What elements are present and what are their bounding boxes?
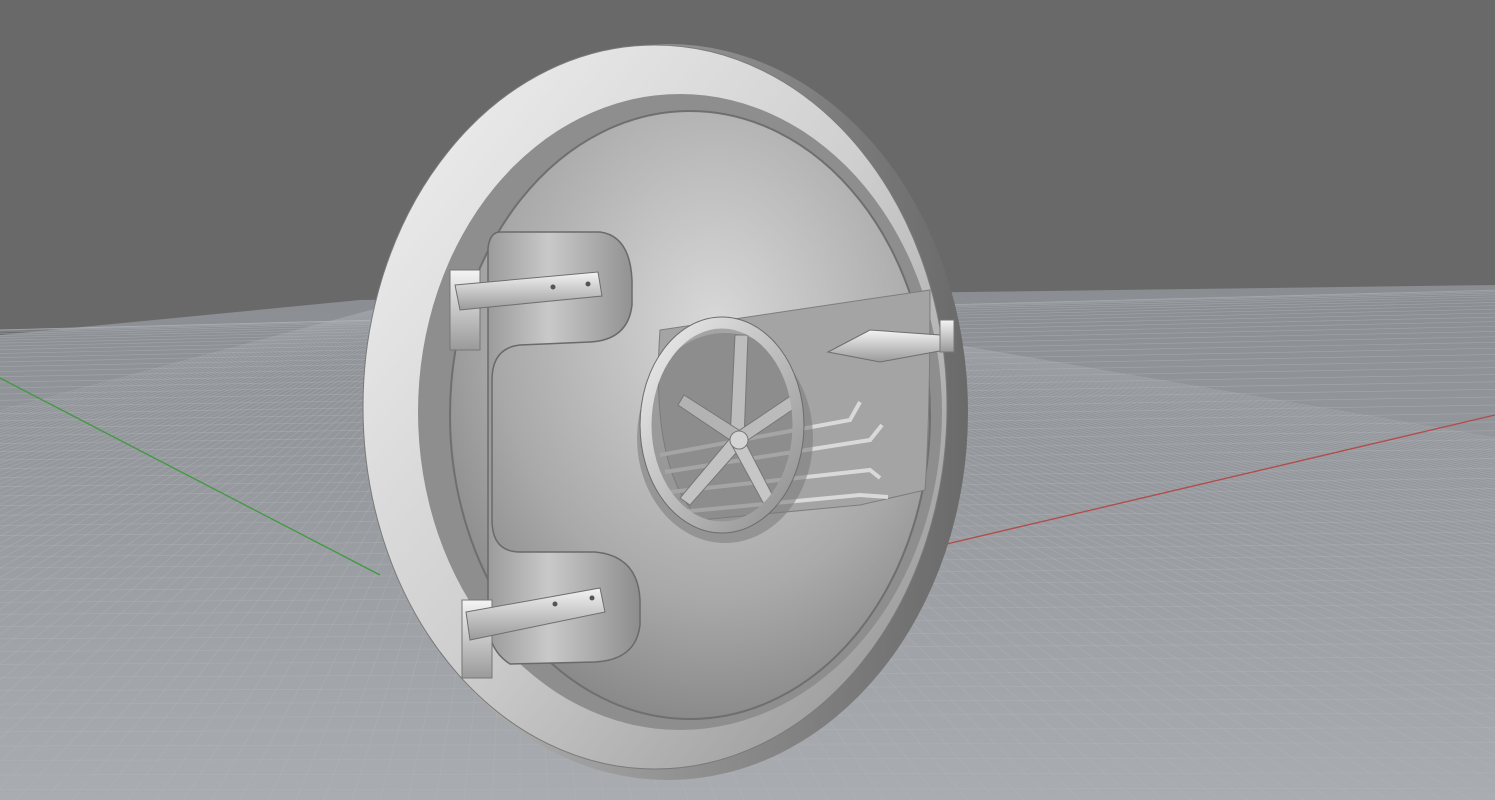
viewport-canvas[interactable] <box>0 0 1495 800</box>
3d-viewport[interactable] <box>0 0 1495 800</box>
lower-hinge-rivet <box>589 595 595 601</box>
latch-handle-keeper <box>939 319 955 353</box>
vault-door[interactable] <box>362 44 968 780</box>
upper-hinge-rivet <box>550 284 556 290</box>
hand-wheel-hub <box>729 430 749 450</box>
upper-hinge-rivet <box>585 281 591 287</box>
lower-hinge-rivet <box>552 601 558 607</box>
